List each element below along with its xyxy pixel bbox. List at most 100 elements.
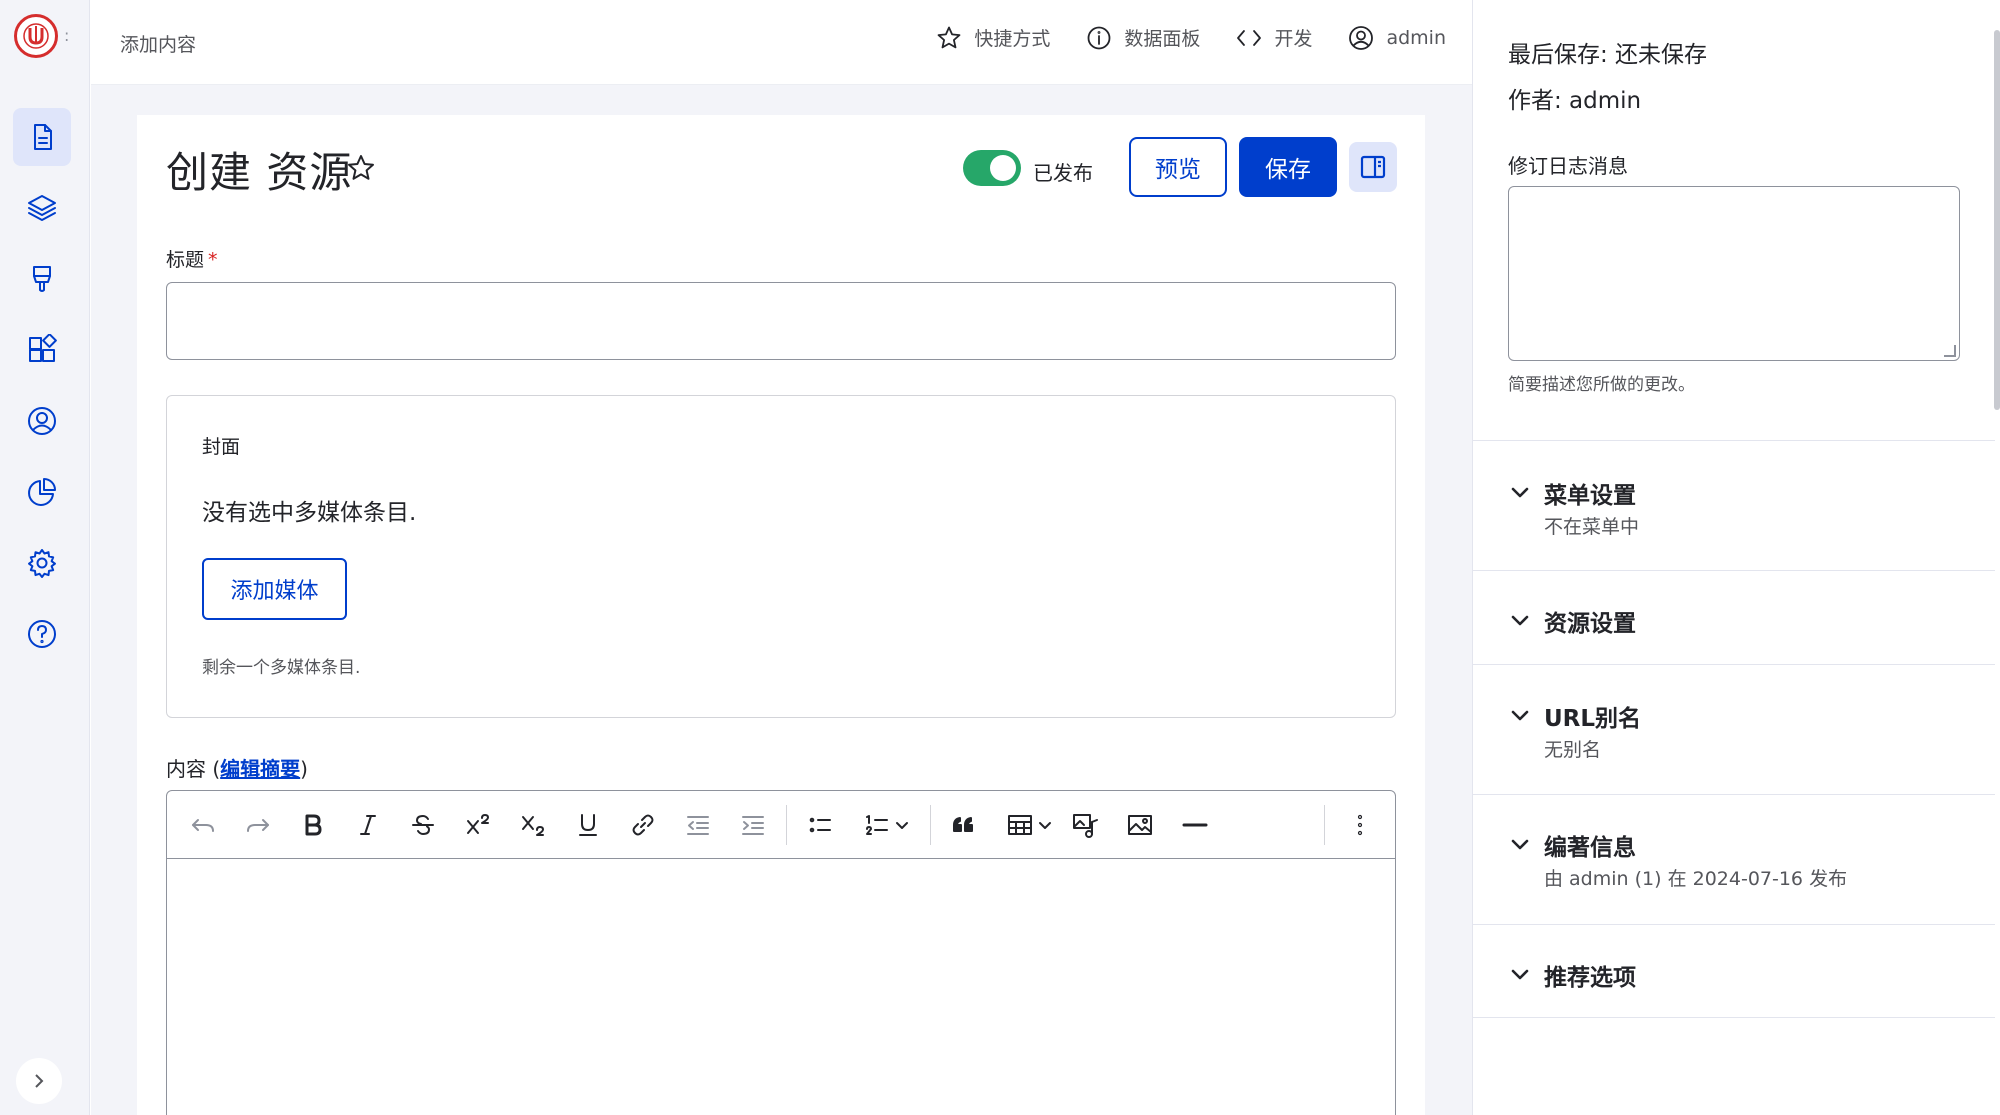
subscript-button[interactable] [515, 807, 551, 843]
cover-media-field: 封面 没有选中多媒体条目. 添加媒体 剩余一个多媒体条目. [166, 395, 1396, 718]
chevron-down-icon [1511, 839, 1529, 850]
superscript-button[interactable] [460, 807, 496, 843]
menu-settings-title: 菜单设置 [1544, 483, 1636, 509]
menu-settings-header[interactable]: 菜单设置 [1508, 476, 1636, 510]
required-marker: * [208, 249, 218, 271]
more-toolbar-items-button[interactable] [1342, 807, 1378, 843]
strikethrough-button[interactable] [405, 807, 441, 843]
chevron-right-icon [35, 1074, 44, 1088]
resource-settings-section[interactable]: 资源设置 [1473, 570, 1995, 664]
blockquote-button[interactable] [946, 807, 982, 843]
rail-item-extend[interactable] [13, 321, 71, 379]
develop-link[interactable]: 开发 [1236, 24, 1312, 51]
toolbar-separator [1324, 805, 1325, 845]
user-circle-icon [1349, 25, 1374, 50]
chevron-down-icon [1511, 969, 1529, 980]
link-icon [632, 814, 654, 836]
media-remaining-text: 剩余一个多媒体条目. [202, 658, 361, 678]
link-button[interactable] [625, 807, 661, 843]
italic-button[interactable] [350, 807, 386, 843]
dashboard-link[interactable]: 数据面板 [1086, 24, 1200, 51]
preview-button[interactable]: 预览 [1129, 137, 1227, 197]
promotion-options-section[interactable]: 推荐选项 [1473, 924, 1995, 1018]
bulleted-list-button[interactable] [802, 807, 838, 843]
numbered-list-button[interactable] [855, 807, 917, 843]
rail-expand-button[interactable] [16, 1058, 62, 1104]
top-toolbar-links: 快捷方式 数据面板 开发 admin [900, 24, 1446, 51]
cover-field-title: 封面 [202, 436, 241, 458]
horizontal-line-button[interactable] [1177, 807, 1213, 843]
indent-button[interactable] [735, 807, 771, 843]
layers-icon [28, 195, 56, 221]
rail-item-help[interactable] [13, 605, 71, 663]
toolbar-separator [930, 805, 931, 845]
rail-item-config[interactable] [13, 534, 71, 592]
url-alias-section[interactable]: URL别名 无别名 [1473, 664, 1995, 794]
star-icon [938, 26, 961, 48]
chevron-down-icon [896, 822, 908, 829]
undo-button[interactable] [185, 807, 221, 843]
url-alias-title: URL别名 [1544, 706, 1642, 732]
user-menu-link[interactable]: admin [1348, 25, 1446, 51]
promotion-options-title: 推荐选项 [1544, 965, 1636, 991]
meta-sidebar: 最后保存: 还未保存 作者: admin 修订日志消息 简要描述您所做的更改。 … [1472, 0, 2000, 1115]
toolbar-separator [786, 805, 787, 845]
media-empty-text: 没有选中多媒体条目. [202, 500, 417, 526]
url-alias-summary: 无别名 [1544, 739, 1602, 761]
shortcuts-link[interactable]: 快捷方式 [936, 24, 1050, 51]
add-media-button[interactable]: 添加媒体 [202, 558, 347, 620]
toggle-sidebar-button[interactable] [1349, 142, 1397, 192]
brush-icon [33, 266, 51, 292]
outdent-button[interactable] [680, 807, 716, 843]
body-label-suffix: ) [300, 757, 308, 781]
shortcuts-label: 快捷方式 [974, 28, 1051, 50]
table-icon [1008, 815, 1032, 835]
last-saved-text: 最后保存: 还未保存 [1508, 42, 1708, 68]
drupal-logo[interactable] [14, 14, 58, 58]
rail-item-content[interactable] [13, 108, 71, 166]
editor-toolbar [167, 791, 1395, 859]
media-embed-icon [1073, 814, 1098, 838]
sidebar-panel-icon [1360, 155, 1386, 179]
authoring-info-header[interactable]: 编著信息 [1508, 828, 1636, 862]
node-form-card: 创建 资源 已发布 预览 保存 标题 * 封面 没有选中多媒体条目. 添加媒体 剩… [137, 115, 1425, 1115]
ckeditor[interactable] [166, 790, 1396, 1115]
authoring-info-title: 编著信息 [1544, 835, 1636, 861]
sidebar-scrollbar[interactable] [1994, 30, 2000, 410]
menu-settings-section[interactable]: 菜单设置 不在菜单中 [1473, 440, 1995, 570]
media-embed-button[interactable] [1067, 807, 1103, 843]
menu-settings-summary: 不在菜单中 [1544, 516, 1640, 538]
user-menu-label: admin [1386, 26, 1446, 49]
save-button[interactable]: 保存 [1239, 137, 1337, 197]
chevron-down-icon [1511, 710, 1529, 721]
image-button[interactable] [1122, 807, 1158, 843]
title-label-text: 标题 [166, 249, 205, 271]
body-field-label: 内容 (编辑摘要) [166, 753, 308, 782]
authoring-info-section[interactable]: 编著信息 由 admin (1) 在 2024-07-16 发布 [1473, 794, 1995, 924]
admin-toolbar-rail: : [0, 0, 90, 1115]
published-label: 已发布 [1033, 161, 1093, 185]
title-input[interactable] [166, 282, 1396, 360]
outdent-icon [687, 816, 709, 835]
rail-item-people[interactable] [13, 392, 71, 450]
rail-item-appearance[interactable] [13, 250, 71, 308]
rail-item-reports[interactable] [13, 463, 71, 521]
edit-summary-link[interactable]: 编辑摘要 [220, 757, 300, 781]
table-button[interactable] [998, 807, 1060, 843]
url-alias-header[interactable]: URL别名 [1508, 699, 1641, 733]
promotion-options-header[interactable]: 推荐选项 [1508, 958, 1636, 992]
revision-log-label: 修订日志消息 [1508, 154, 1628, 178]
underline-button[interactable] [570, 807, 606, 843]
published-toggle[interactable] [963, 150, 1021, 186]
redo-button[interactable] [240, 807, 276, 843]
add-to-shortcuts-star[interactable] [346, 153, 376, 183]
bold-icon [305, 814, 322, 836]
bold-button[interactable] [295, 807, 331, 843]
rail-item-structure[interactable] [13, 179, 71, 237]
author-text: 作者: admin [1508, 88, 1642, 114]
revision-log-textarea[interactable] [1508, 186, 1960, 361]
quote-icon [953, 817, 973, 832]
resource-settings-header[interactable]: 资源设置 [1508, 604, 1636, 638]
redo-icon [247, 819, 269, 832]
chevron-down-icon [1511, 615, 1529, 626]
